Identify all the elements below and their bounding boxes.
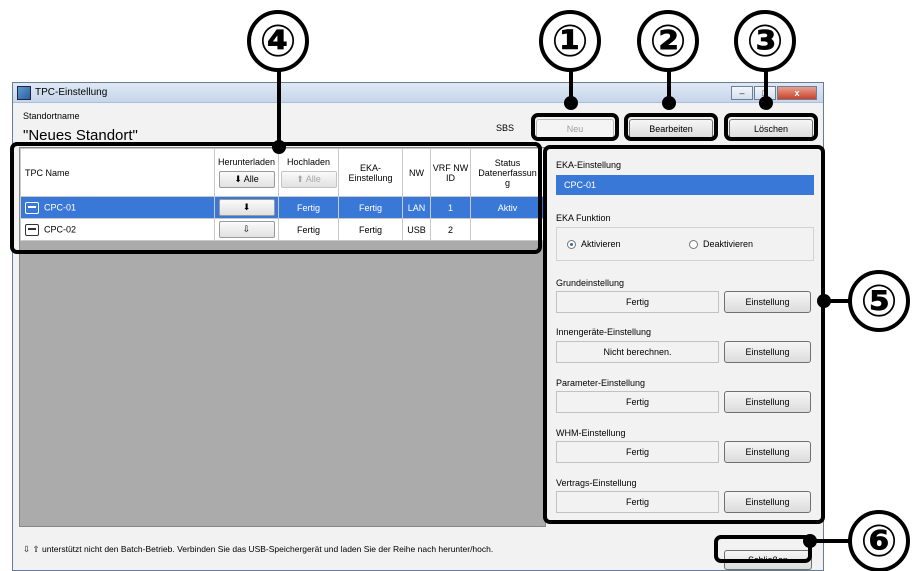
col-header-download-label: Herunterladen (217, 157, 276, 167)
contract-settings-button[interactable]: Einstellung (724, 491, 811, 513)
callout-4: ④ (247, 10, 309, 72)
site-name-label: Standortname (23, 111, 80, 121)
eka-cell: Fertig (338, 196, 403, 219)
col-header-status-line1: Status (494, 157, 521, 168)
deactivate-label: Deaktivieren (703, 239, 754, 249)
callout-6-dot (803, 534, 817, 548)
tpc-name-cell: CPC-02 (20, 218, 215, 241)
deactivate-radio[interactable] (689, 240, 698, 250)
callout-6: ⑥ (848, 510, 910, 571)
eka-function-label: EKA Funktion (556, 213, 611, 223)
stage: ④ ① ② ③ ⑤ ⑥ TPC-Einstellung – □ x Stando… (0, 0, 914, 571)
activate-option[interactable]: Aktivieren (567, 239, 621, 250)
upload-cell: Fertig (278, 196, 339, 219)
section-label-parameter: Parameter-Einstellung (556, 378, 646, 388)
minimize-button[interactable]: – (731, 86, 753, 100)
eka-cell: Fertig (338, 218, 403, 241)
close-window-button[interactable]: x (777, 86, 817, 100)
tpc-name: CPC-02 (44, 223, 77, 234)
nw-cell: USB (402, 218, 431, 241)
col-header-vrf[interactable]: VRF NW ID (430, 148, 471, 197)
site-name-value: "Neues Standort" (23, 127, 138, 144)
eka-function-group: Aktivieren Deaktivieren (556, 227, 814, 261)
callout-3-dot (759, 96, 773, 110)
window-controls: – □ x (730, 86, 817, 100)
callout-3: ③ (734, 10, 796, 72)
sbs-label: SBS (496, 123, 515, 133)
upload-cell: Fertig (278, 218, 339, 241)
download-cell: ⬇ (214, 196, 279, 219)
deactivate-option[interactable]: Deaktivieren (689, 239, 754, 250)
footer-note: ⇩ ⇧ unterstützt nicht den Batch-Betrieb.… (23, 544, 494, 554)
eka-settings-panel: EKA-Einstellung CPC-01 EKA Funktion Akti… (550, 147, 820, 521)
col-header-upload[interactable]: Hochladen ⬆ Alle (278, 148, 339, 197)
section-value-indoor: Nicht berechnen. (556, 341, 719, 363)
col-header-tpc-name[interactable]: TPC Name (20, 148, 215, 197)
col-header-eka-line2: Einstellung (348, 172, 393, 183)
col-header-status-line2: Datenerfassun (478, 167, 537, 178)
callout-5: ⑤ (848, 270, 910, 332)
new-button[interactable]: Neu (536, 119, 614, 139)
eka-settings-value: CPC-01 (556, 175, 814, 195)
delete-button[interactable]: Löschen (729, 119, 813, 139)
vrf-cell: 1 (430, 196, 471, 219)
status-cell: Aktiv (470, 196, 545, 219)
tpc-settings-window: TPC-Einstellung – □ x Standortname "Neue… (12, 82, 824, 571)
section-value-whm: Fertig (556, 441, 719, 463)
col-header-download[interactable]: Herunterladen ⬇ Alle (214, 148, 279, 197)
table-header-row: TPC Name Herunterladen ⬇ Alle Hochladen … (20, 148, 545, 197)
section-label-contract: Vertrags-Einstellung (556, 478, 637, 488)
status-cell (470, 218, 545, 241)
callout-2-dot (662, 96, 676, 110)
basic-settings-button[interactable]: Einstellung (724, 291, 811, 313)
tpc-table: TPC Name Herunterladen ⬇ Alle Hochladen … (20, 148, 545, 241)
window-content: Standortname "Neues Standort" SBS Neu Be… (15, 105, 821, 570)
tpc-name-cell: CPC-01 (20, 196, 215, 219)
controller-icon (25, 201, 39, 214)
edit-button[interactable]: Bearbeiten (629, 119, 713, 139)
window-title: TPC-Einstellung (35, 87, 108, 98)
callout-1: ① (539, 10, 601, 72)
callout-4-leader (277, 70, 281, 146)
download-cell: ⇩ (214, 218, 279, 241)
whm-settings-button[interactable]: Einstellung (724, 441, 811, 463)
vrf-cell: 2 (430, 218, 471, 241)
section-label-basic: Grundeinstellung (556, 278, 625, 288)
col-header-upload-label: Hochladen (286, 157, 331, 167)
activate-label: Aktivieren (581, 239, 621, 249)
section-value-contract: Fertig (556, 491, 719, 513)
controller-icon (25, 223, 39, 236)
download-all-button[interactable]: ⬇ Alle (218, 171, 275, 188)
nw-cell: LAN (402, 196, 431, 219)
activate-radio[interactable] (567, 240, 576, 250)
col-header-nw[interactable]: NW (402, 148, 431, 197)
table-row[interactable]: CPC-01 ⬇ Fertig Fertig LAN 1 Aktiv (20, 196, 545, 219)
col-header-eka[interactable]: EKA- Einstellung (338, 148, 403, 197)
close-button[interactable]: Schließen (724, 550, 812, 570)
callout-5-dot (817, 294, 831, 308)
col-header-vrf-line2: ID (446, 172, 455, 183)
indoor-settings-button[interactable]: Einstellung (724, 341, 811, 363)
col-header-eka-line1: EKA- (359, 162, 381, 173)
section-label-indoor: Innengeräte-Einstellung (556, 327, 652, 337)
app-icon (17, 85, 31, 100)
table-row[interactable]: CPC-02 ⇩ Fertig Fertig USB 2 (20, 218, 545, 241)
download-button[interactable]: ⇩ (218, 221, 275, 238)
tpc-grid[interactable]: TPC Name Herunterladen ⬇ Alle Hochladen … (19, 147, 546, 527)
col-header-status[interactable]: Status Datenerfassun g (470, 148, 545, 197)
eka-settings-label: EKA-Einstellung (556, 160, 622, 170)
tpc-name: CPC-01 (44, 201, 77, 212)
section-value-parameter: Fertig (556, 391, 719, 413)
upload-all-button[interactable]: ⬆ Alle (280, 171, 337, 188)
col-header-status-line3: g (504, 177, 510, 188)
section-value-basic: Fertig (556, 291, 719, 313)
parameter-settings-button[interactable]: Einstellung (724, 391, 811, 413)
callout-4-dot (272, 140, 286, 154)
section-label-whm: WHM-Einstellung (556, 428, 626, 438)
download-button[interactable]: ⬇ (218, 199, 275, 216)
callout-1-dot (564, 96, 578, 110)
col-header-vrf-line1: VRF NW (432, 162, 469, 173)
title-bar[interactable]: TPC-Einstellung – □ x (13, 83, 823, 103)
callout-2: ② (637, 10, 699, 72)
